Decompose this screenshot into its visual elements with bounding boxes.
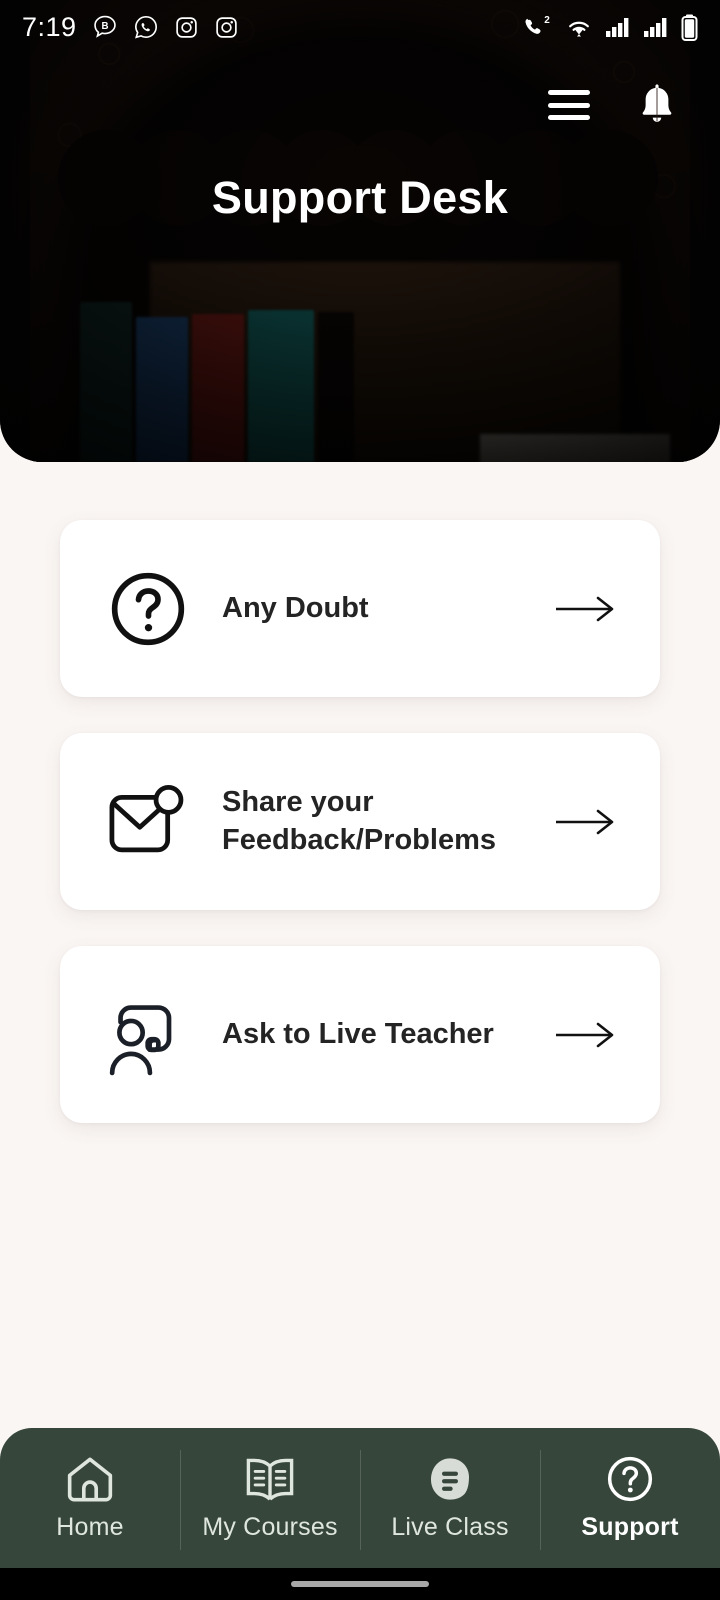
app-screen: Support Desk 7:19 B 2 Any Doubt Share yo… bbox=[0, 0, 720, 1600]
card-label: Any Doubt bbox=[222, 591, 369, 624]
header-background-image bbox=[0, 0, 720, 462]
instagram-icon bbox=[175, 16, 197, 38]
status-bar-left: 7:19 B bbox=[22, 12, 239, 43]
wifi-icon bbox=[569, 21, 589, 37]
question-circle-icon bbox=[102, 569, 194, 649]
signal-sim1-icon bbox=[606, 18, 629, 37]
bell-icon[interactable] bbox=[634, 80, 680, 130]
status-bar-clock: 7:19 bbox=[22, 11, 77, 42]
signal-sim2-icon bbox=[644, 18, 667, 37]
missed-call-icon: 2 bbox=[525, 15, 550, 34]
support-options-list: Any Doubt Share your Feedback/Problems A… bbox=[0, 520, 720, 1159]
nav-item-support[interactable]: Support bbox=[540, 1428, 720, 1568]
home-indicator[interactable] bbox=[291, 1581, 429, 1587]
nav-label: Support bbox=[581, 1513, 679, 1541]
nav-item-my-courses[interactable]: My Courses bbox=[180, 1428, 360, 1568]
bottom-navigation-bar: Home My Courses Live Class Support bbox=[0, 1428, 720, 1568]
arrow-right-icon[interactable] bbox=[546, 1021, 626, 1049]
hamburger-menu-icon[interactable] bbox=[548, 90, 590, 120]
live-class-bubble-icon bbox=[431, 1458, 469, 1500]
card-label: Share your Feedback/Problems bbox=[222, 785, 496, 856]
envelope-notification-icon bbox=[102, 781, 194, 863]
arrow-right-icon[interactable] bbox=[546, 808, 626, 836]
question-circle-icon bbox=[607, 1456, 653, 1502]
status-bar: 7:19 B 2 bbox=[0, 0, 720, 54]
card-any-doubt[interactable]: Any Doubt bbox=[60, 520, 660, 697]
nav-label: My Courses bbox=[202, 1513, 338, 1541]
card-ask-live-teacher[interactable]: Ask to Live Teacher bbox=[60, 946, 660, 1123]
open-book-icon bbox=[246, 1458, 294, 1501]
svg-text:B: B bbox=[101, 21, 108, 32]
status-bar-right: 2 bbox=[521, 14, 698, 41]
svg-text:2: 2 bbox=[544, 15, 550, 26]
nav-label: Home bbox=[56, 1513, 124, 1541]
card-share-feedback[interactable]: Share your Feedback/Problems bbox=[60, 733, 660, 910]
nav-item-live-class[interactable]: Live Class bbox=[360, 1428, 540, 1568]
person-chat-icon bbox=[102, 993, 194, 1077]
card-label: Ask to Live Teacher bbox=[222, 1017, 494, 1050]
header-actions bbox=[548, 80, 680, 130]
nav-item-home[interactable]: Home bbox=[0, 1428, 180, 1568]
page-title: Support Desk bbox=[211, 172, 509, 223]
battery-icon bbox=[681, 14, 698, 41]
bluetooth-message-icon: B bbox=[93, 15, 116, 38]
system-gesture-bar bbox=[0, 1568, 720, 1600]
nav-label: Live Class bbox=[391, 1513, 509, 1541]
home-icon bbox=[67, 1457, 113, 1502]
header-hero: Support Desk bbox=[0, 0, 720, 462]
instagram-icon bbox=[215, 16, 237, 38]
whatsapp-icon bbox=[134, 16, 157, 39]
arrow-right-icon[interactable] bbox=[546, 595, 626, 623]
